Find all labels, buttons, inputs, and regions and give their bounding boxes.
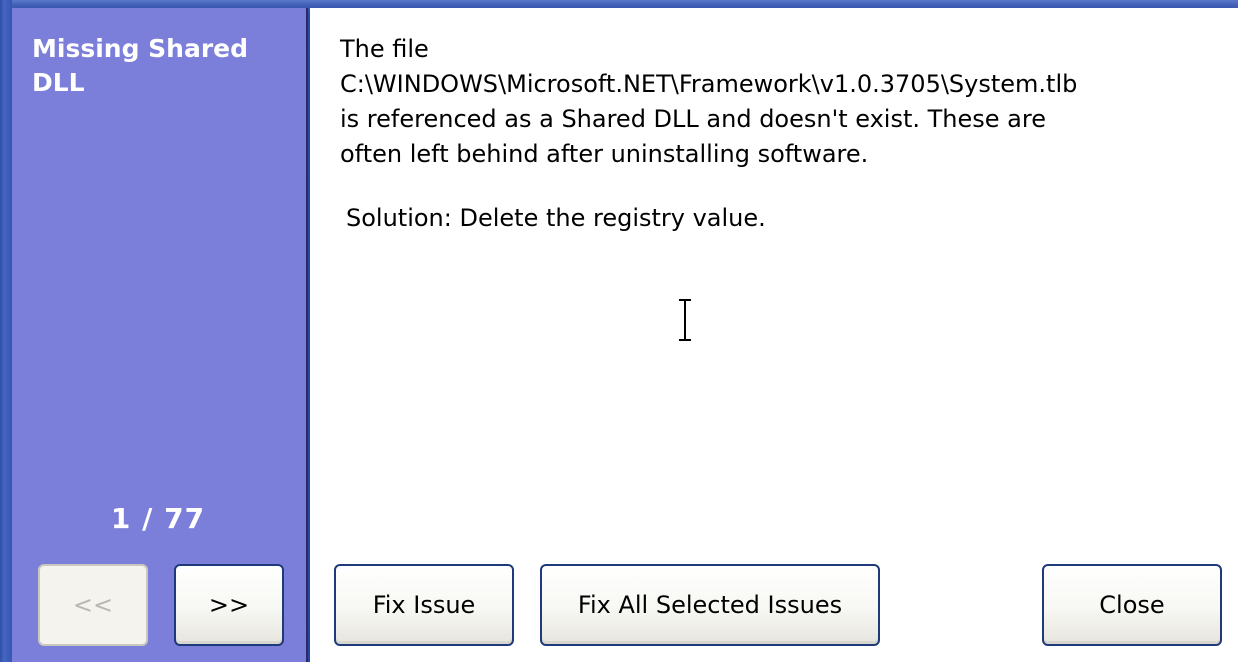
next-issue-button[interactable]: >> xyxy=(174,564,284,646)
previous-issue-button[interactable]: << xyxy=(38,564,148,646)
fix-issue-button[interactable]: Fix Issue xyxy=(334,564,514,646)
window-left-border xyxy=(0,0,12,662)
close-button[interactable]: Close xyxy=(1042,564,1222,646)
description-line: The file xyxy=(340,35,429,63)
description-line: often left behind after uninstalling sof… xyxy=(340,140,869,168)
issue-details-panel: The file C:\WINDOWS\Microsoft.NET\Framew… xyxy=(310,8,1238,662)
fix-all-selected-button[interactable]: Fix All Selected Issues xyxy=(540,564,880,646)
issue-description: The file C:\WINDOWS\Microsoft.NET\Framew… xyxy=(340,32,1220,172)
issue-type-title: Missing Shared DLL xyxy=(32,34,249,97)
description-line: is referenced as a Shared DLL and doesn'… xyxy=(340,105,1046,133)
solution-text: Solution: Delete the registry value. xyxy=(346,204,766,232)
text-cursor-icon xyxy=(679,299,691,341)
issue-counter: 1 / 77 xyxy=(110,502,206,535)
issue-sidebar: Missing Shared DLL 1 / 77 << >> xyxy=(12,8,308,662)
file-path: C:\WINDOWS\Microsoft.NET\Framework\v1.0.… xyxy=(340,70,1078,98)
